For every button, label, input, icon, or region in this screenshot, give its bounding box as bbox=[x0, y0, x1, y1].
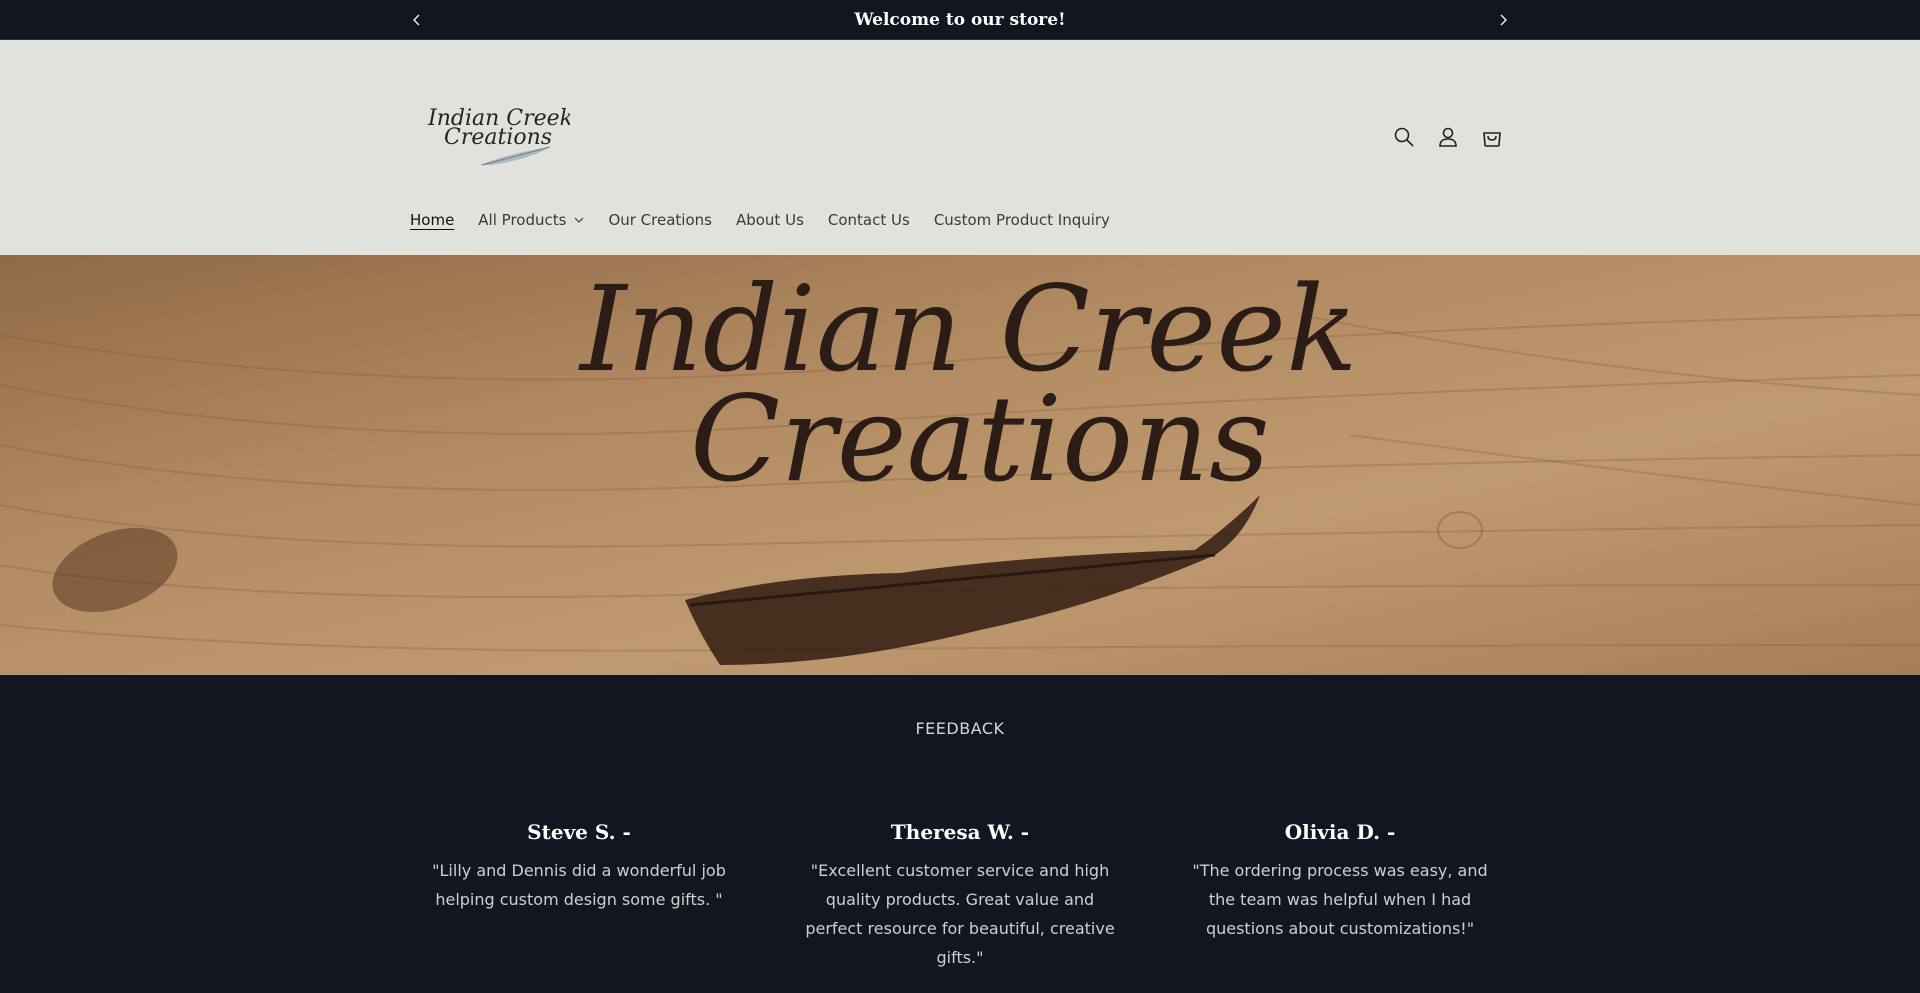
testimonial-quote: "The ordering process was easy, and the … bbox=[1192, 861, 1488, 938]
testimonial-name: Steve S. - bbox=[527, 820, 631, 844]
account-button[interactable] bbox=[1428, 117, 1468, 157]
nav-item-about-us[interactable]: About Us bbox=[736, 211, 804, 229]
feedback-section: FEEDBACK Steve S. - "Lilly and Dennis di… bbox=[0, 675, 1920, 993]
announcement-next-button[interactable] bbox=[1483, 0, 1523, 40]
nav-item-label: Home bbox=[410, 211, 455, 229]
hero-banner: Indian Creek Creations bbox=[0, 255, 1920, 675]
feather-logo-icon: Indian Creek Creations bbox=[427, 106, 573, 166]
nav-item-label: All Products bbox=[478, 211, 567, 229]
nav-item-our-creations[interactable]: Our Creations bbox=[608, 211, 712, 229]
nav-item-home[interactable]: Home bbox=[410, 211, 454, 229]
testimonial-card: Olivia D. - "The ordering process was ea… bbox=[1185, 820, 1495, 943]
chevron-down-icon bbox=[574, 217, 584, 223]
main-navigation: Home All Products Our Creations About Us… bbox=[410, 200, 1134, 240]
announcement-text: Welcome to our store! bbox=[854, 10, 1066, 30]
chevron-right-icon bbox=[1500, 14, 1507, 26]
nav-item-custom-product-inquiry[interactable]: Custom Product Inquiry bbox=[934, 211, 1110, 229]
nav-item-label: Our Creations bbox=[608, 211, 712, 229]
nav-item-label: About Us bbox=[735, 211, 804, 229]
testimonial-name: Theresa W. - bbox=[890, 820, 1030, 844]
testimonial-quote: "Excellent customer service and high qua… bbox=[805, 861, 1115, 967]
search-button[interactable] bbox=[1384, 117, 1424, 157]
testimonial-card: Theresa W. - "Excellent customer service… bbox=[805, 820, 1115, 972]
search-icon bbox=[1394, 127, 1414, 147]
store-logo[interactable]: Indian Creek Creations bbox=[420, 95, 573, 175]
announcement-prev-button[interactable] bbox=[397, 0, 437, 40]
testimonial-card: Steve S. - "Lilly and Dennis did a wonde… bbox=[424, 820, 734, 914]
hero-wood-image: Indian Creek Creations bbox=[0, 255, 1920, 675]
cart-button[interactable] bbox=[1472, 117, 1512, 157]
nav-item-label: Custom Product Inquiry bbox=[933, 211, 1110, 229]
nav-item-label: Contact Us bbox=[827, 211, 910, 229]
site-header: Indian Creek Creations Home All Products bbox=[0, 40, 1920, 255]
account-icon bbox=[1439, 127, 1457, 147]
cart-icon bbox=[1483, 132, 1501, 147]
announcement-bar: Welcome to our store! bbox=[0, 0, 1920, 40]
chevron-left-icon bbox=[413, 14, 420, 26]
testimonial-name: Olivia D. - bbox=[1284, 820, 1396, 844]
nav-item-all-products[interactable]: All Products bbox=[478, 211, 584, 229]
svg-text:Creations: Creations bbox=[444, 125, 552, 150]
testimonial-quote: "Lilly and Dennis did a wonderful job he… bbox=[432, 861, 726, 909]
nav-item-contact-us[interactable]: Contact Us bbox=[828, 211, 910, 229]
feedback-heading: FEEDBACK bbox=[915, 719, 1005, 738]
hero-title-line2: Creations bbox=[690, 370, 1270, 508]
